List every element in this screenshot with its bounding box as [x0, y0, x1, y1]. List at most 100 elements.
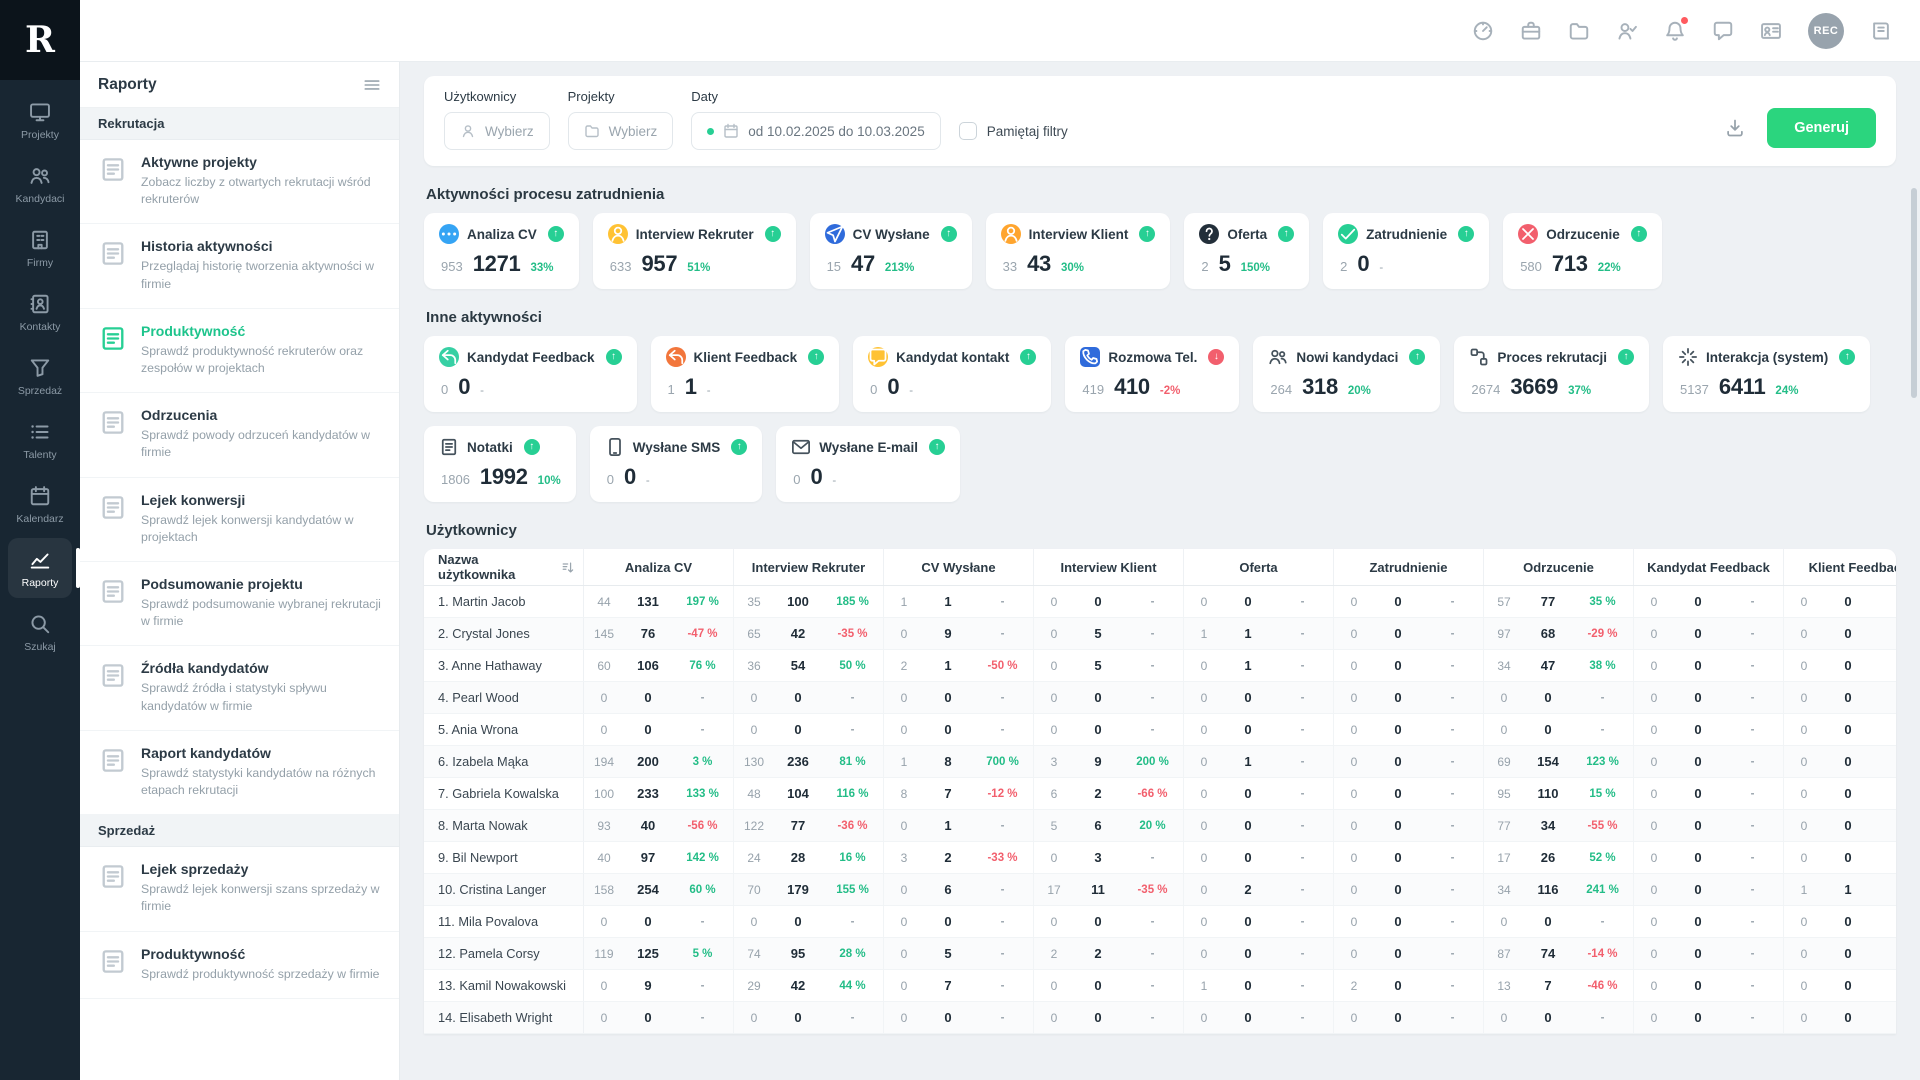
column-header-klient-feedback[interactable]: Klient Feedback [1784, 549, 1896, 585]
metric-cell: 344738 % [1484, 650, 1634, 681]
sidebar-item-raporty[interactable]: Raporty [8, 538, 72, 598]
table-row[interactable]: 10. Cristina Langer15825460 %70179155 %0… [424, 874, 1896, 906]
table-row[interactable]: 6. Izabela Mąka1942003 %13023681 %18700 … [424, 746, 1896, 778]
table-row[interactable]: 14. Elisabeth Wright00-00-00-00-00-00-00… [424, 1002, 1896, 1034]
sidebar-item-szukaj[interactable]: Szukaj [8, 602, 72, 662]
idcard-icon[interactable] [1760, 20, 1782, 42]
table-row[interactable]: 1. Martin Jacob44131197 %35100185 %11-00… [424, 586, 1896, 618]
metric-cell: 11- [884, 586, 1034, 617]
sort-icon[interactable] [561, 560, 575, 575]
projects-filter-select[interactable]: Wybierz [568, 112, 674, 150]
users-filter-select[interactable]: Wybierz [444, 112, 550, 150]
metric-previous: 0 [1334, 851, 1374, 865]
trend-up-icon: ↑ [1139, 226, 1155, 242]
metric-change: - [672, 980, 733, 992]
column-header-odrzucenie[interactable]: Odrzucenie [1484, 549, 1634, 585]
report-item-podsumowanie-projektu[interactable]: Podsumowanie projektuSprawdź podsumowani… [80, 562, 399, 646]
table-row[interactable]: 3. Anne Hathaway6010676 %365450 %21-50 %… [424, 650, 1896, 682]
column-header-interview-klient[interactable]: Interview Klient [1034, 549, 1184, 585]
metric-previous: 0 [1034, 627, 1074, 641]
usercheck-icon[interactable] [1616, 20, 1638, 42]
book-icon[interactable] [1870, 20, 1892, 42]
metric-change: - [1422, 948, 1483, 960]
metric-current: 0 [1374, 818, 1422, 833]
metric-previous: 57 [1484, 595, 1524, 609]
report-item-produktywnos-c[interactable]: ProduktywnośćSprawdź produktywność sprze… [80, 932, 399, 999]
report-item-produktywnos-c[interactable]: ProduktywnośćSprawdź produktywność rekru… [80, 309, 399, 393]
metric-current: 131 [624, 594, 672, 609]
report-item-lejek-konwersji[interactable]: Lejek konwersjiSprawdź lejek konwersji k… [80, 478, 399, 562]
column-header-oferta[interactable]: Oferta [1184, 549, 1334, 585]
report-item-odrzucenia[interactable]: OdrzuceniaSprawdź powody odrzuceń kandyd… [80, 393, 399, 477]
column-header-cv-wys-ane[interactable]: CV Wysłane [884, 549, 1034, 585]
gauge-icon[interactable] [1472, 20, 1494, 42]
column-header-zatrudnienie[interactable]: Zatrudnienie [1334, 549, 1484, 585]
column-header-name[interactable]: Nazwa użytkownika [424, 549, 584, 585]
metric-change: - [1272, 980, 1333, 992]
table-row[interactable]: 7. Gabriela Kowalska100233133 %48104116 … [424, 778, 1896, 810]
checkbox-box[interactable] [959, 122, 977, 140]
metric-previous: 0 [884, 723, 924, 737]
metric-previous: 0 [1184, 915, 1224, 929]
metric-change: -56 % [672, 820, 733, 832]
metric-previous: 0 [1784, 723, 1824, 737]
panel-menu-icon[interactable] [363, 76, 381, 94]
date-range-select[interactable]: od 10.02.2025 do 10.03.2025 [691, 112, 940, 150]
metric-current: 54 [774, 658, 822, 673]
remember-filters-checkbox[interactable]: Pamiętaj filtry [959, 122, 1068, 150]
sidebar-item-projekty[interactable]: Projekty [8, 90, 72, 150]
metric-change: - [1872, 852, 1896, 864]
metric-previous: 0 [1034, 1011, 1074, 1025]
stat-card-interview-rekruter: Interview Rekruter ↑ 633 957 51% [593, 213, 796, 289]
metric-change: - [822, 916, 883, 928]
metric-current: 0 [1824, 914, 1872, 929]
report-item-z-ro-d-a-kandydato-w[interactable]: Źródła kandydatówSprawdź źródła i statys… [80, 646, 399, 730]
folder-icon[interactable] [1568, 20, 1590, 42]
chat-icon [868, 347, 888, 367]
page-scrollbar[interactable] [1911, 188, 1917, 398]
table-row[interactable]: 9. Bil Newport4097142 %242816 %32-33 %03… [424, 842, 1896, 874]
table-row[interactable]: 13. Kamil Nowakowski09-294244 %07-00-10-… [424, 970, 1896, 1002]
report-item-raport-kandydato-w[interactable]: Raport kandydatówSprawdź statystyki kand… [80, 731, 399, 815]
table-row[interactable]: 11. Mila Povalova00-00-00-00-00-00-00-00… [424, 906, 1896, 938]
column-header-analiza-cv[interactable]: Analiza CV [584, 549, 734, 585]
metric-current: 0 [1524, 722, 1572, 737]
table-row[interactable]: 4. Pearl Wood00-00-00-00-00-00-00-00-00- [424, 682, 1896, 714]
sidebar-item-firmy[interactable]: Firmy [8, 218, 72, 278]
table-row[interactable]: 12. Pamela Corsy1191255 %749528 %05-22-0… [424, 938, 1896, 970]
metric-cell: 7734-55 % [1484, 810, 1634, 841]
metric-current: 0 [774, 914, 822, 929]
generate-button[interactable]: Generuj [1767, 108, 1876, 148]
sidebar-item-sprzedaz[interactable]: Sprzedaż [8, 346, 72, 406]
column-header-interview-rekruter[interactable]: Interview Rekruter [734, 549, 884, 585]
metric-cell: 00- [1784, 906, 1896, 937]
report-item-historia-aktywnos-ci[interactable]: Historia aktywnościPrzeglądaj historię t… [80, 224, 399, 308]
column-header-kandydat-feedback[interactable]: Kandydat Feedback [1634, 549, 1784, 585]
metric-cell: 00- [1184, 938, 1334, 969]
table-row[interactable]: 2. Crystal Jones14576-47 %6542-35 %09-05… [424, 618, 1896, 650]
export-report-icon[interactable] [1725, 118, 1745, 138]
stat-card-oferta: Oferta ↑ 2 5 150% [1184, 213, 1309, 289]
metric-cell: 05- [1034, 650, 1184, 681]
sidebar-item-kandydaci[interactable]: Kandydaci [8, 154, 72, 214]
chat-icon[interactable] [1712, 20, 1734, 42]
metric-current: 0 [1674, 626, 1722, 641]
table-row[interactable]: 8. Marta Nowak9340-56 %12277-36 %01-5620… [424, 810, 1896, 842]
report-item-aktywne-projekty[interactable]: Aktywne projektyZobacz liczby z otwartyc… [80, 140, 399, 224]
metric-change: - [1422, 788, 1483, 800]
sidebar-item-kalendarz[interactable]: Kalendarz [8, 474, 72, 534]
table-row[interactable]: 5. Ania Wrona00-00-00-00-00-00-00-00-00- [424, 714, 1896, 746]
metric-previous: 97 [1484, 627, 1524, 641]
metric-previous: 77 [1484, 819, 1524, 833]
metric-current: 0 [1374, 914, 1422, 929]
stat-title: Odrzucenie [1546, 227, 1620, 242]
app-logo[interactable]: R [0, 0, 80, 80]
metric-previous: 2 [1034, 947, 1074, 961]
bell-icon[interactable] [1664, 20, 1686, 42]
briefcase-icon[interactable] [1520, 20, 1542, 42]
user-avatar[interactable]: REC [1808, 13, 1844, 49]
report-item-lejek-sprzedaz-y[interactable]: Lejek sprzedażySprawdź lejek konwersji s… [80, 847, 399, 931]
sidebar-item-talenty[interactable]: Talenty [8, 410, 72, 470]
metric-cell: 00- [1784, 778, 1896, 809]
sidebar-item-kontakty[interactable]: Kontakty [8, 282, 72, 342]
